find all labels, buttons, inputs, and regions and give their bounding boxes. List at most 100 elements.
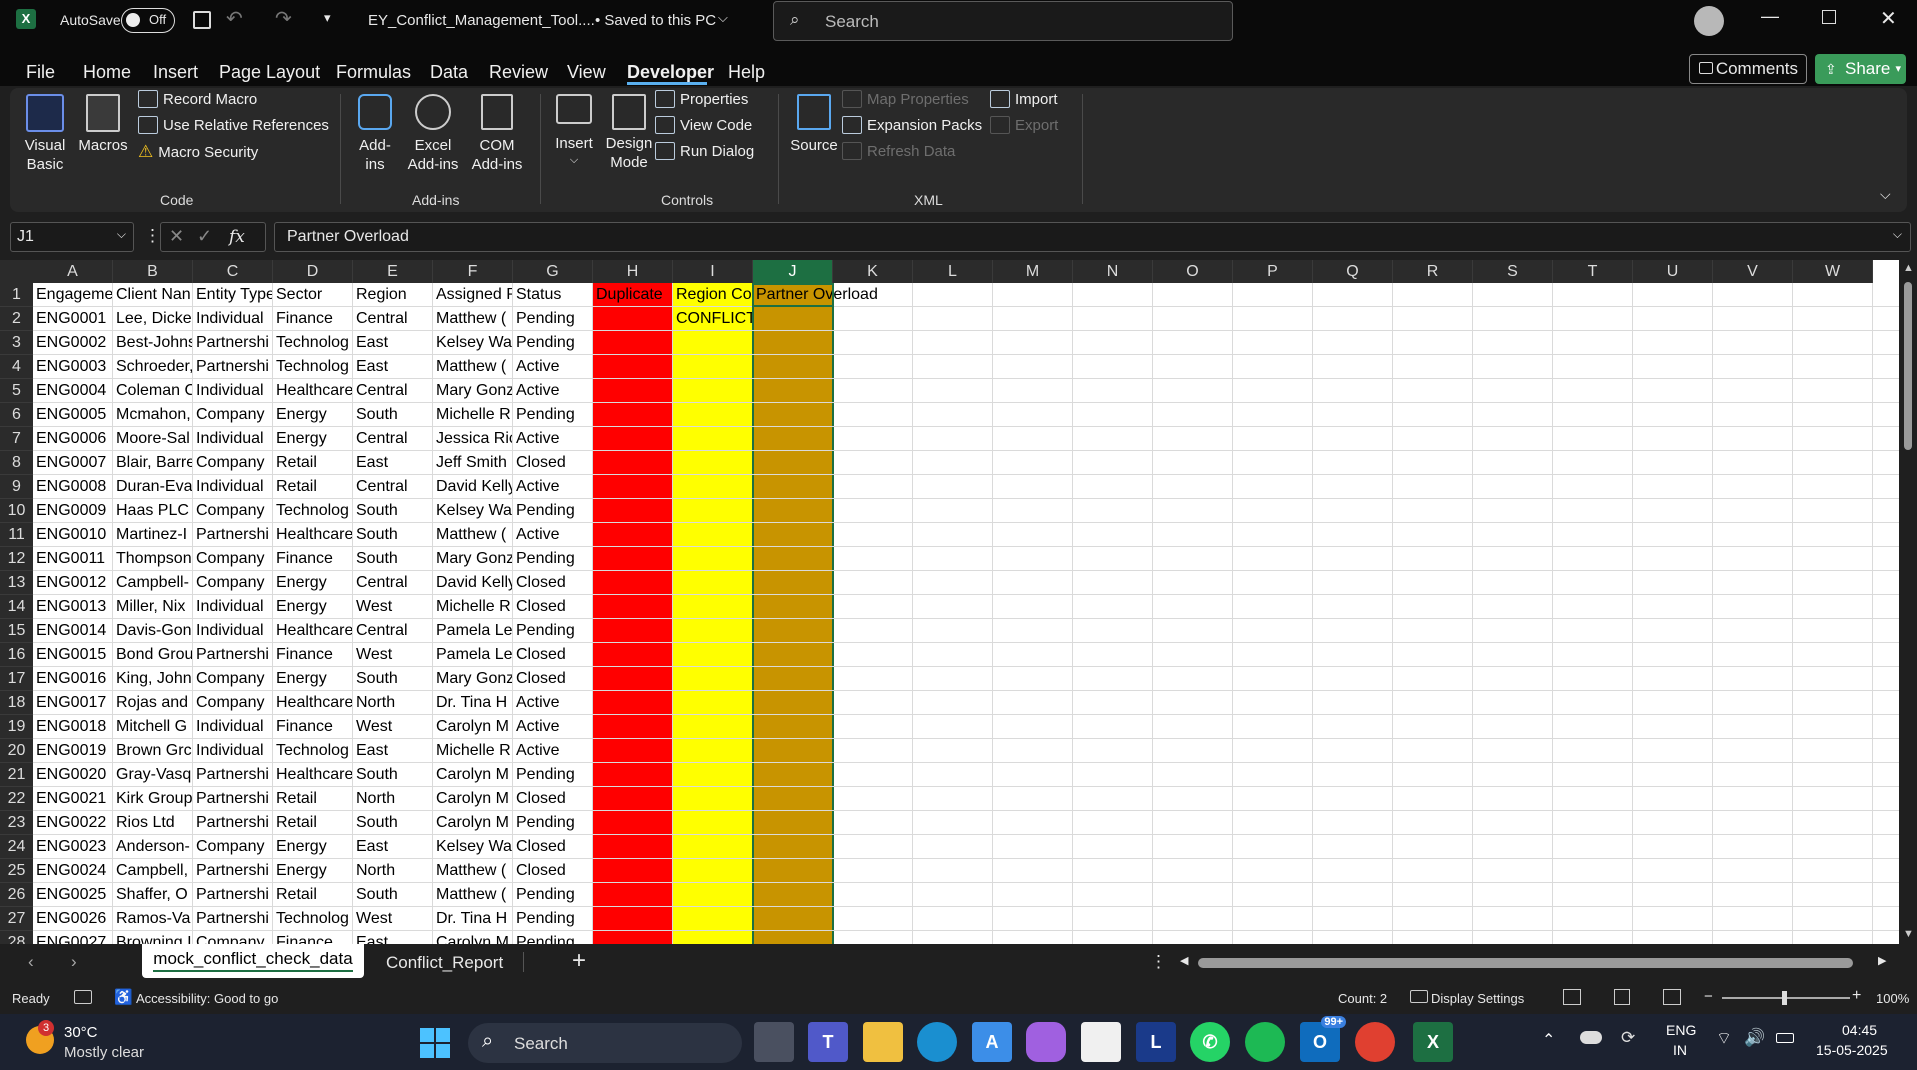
cell[interactable]: Matthew (	[433, 307, 512, 331]
column-header-a[interactable]: A	[33, 260, 113, 283]
cell[interactable]: ENG0001	[33, 307, 112, 331]
cell[interactable]: Closed	[513, 787, 592, 811]
cell[interactable]: Schroeder,	[113, 355, 192, 379]
cell[interactable]: David Kelly	[433, 475, 512, 499]
page-layout-view-icon[interactable]	[1614, 989, 1630, 1005]
macro-recording-icon[interactable]	[74, 990, 92, 1004]
cell[interactable]: Finance	[273, 643, 352, 667]
menu-help[interactable]: Help	[728, 42, 765, 86]
header-cell[interactable]: Client Nan	[113, 283, 192, 307]
column-header-l[interactable]: L	[913, 260, 993, 283]
cell[interactable]: Retail	[273, 475, 352, 499]
visual-basic-button[interactable]: Visual Basic	[20, 94, 70, 174]
cell[interactable]: Active	[513, 427, 592, 451]
cell[interactable]: ENG0010	[33, 523, 112, 547]
cell[interactable]: Kelsey Wa	[433, 499, 512, 523]
cell[interactable]: North	[353, 691, 432, 715]
cell[interactable]: ENG0014	[33, 619, 112, 643]
cell[interactable]: Duran-Eva	[113, 475, 192, 499]
row-header[interactable]: 6	[0, 403, 33, 427]
cell[interactable]: Michelle R	[433, 739, 512, 763]
cell[interactable]: ENG0018	[33, 715, 112, 739]
cell[interactable]: Pamela Le	[433, 619, 512, 643]
row-header[interactable]: 27	[0, 907, 33, 931]
cell[interactable]: Technolog	[273, 331, 352, 355]
wifi-icon[interactable]: ⌔	[1716, 1028, 1732, 1049]
cell[interactable]: Michelle R	[433, 595, 512, 619]
cell[interactable]: ENG0012	[33, 571, 112, 595]
whatsapp-icon[interactable]: ✆	[1190, 1022, 1230, 1062]
accessibility-icon[interactable]: ♿	[114, 988, 133, 1006]
display-settings-icon[interactable]	[1410, 990, 1428, 1003]
excel-addins-button[interactable]: Excel Add-ins	[404, 94, 462, 174]
outlook-icon[interactable]: O 99+	[1300, 1016, 1346, 1062]
cell[interactable]: ENG0005	[33, 403, 112, 427]
cell[interactable]: Davis-Gon	[113, 619, 192, 643]
cell[interactable]: Pending	[513, 763, 592, 787]
addins-button[interactable]: Add-ins	[353, 94, 397, 174]
cell[interactable]: Company	[193, 835, 272, 859]
cell[interactable]: Partnershi	[193, 331, 272, 355]
cell[interactable]: Individual	[193, 715, 272, 739]
cell[interactable]: Partnershi	[193, 859, 272, 883]
column-header-q[interactable]: Q	[1313, 260, 1393, 283]
cell[interactable]: Technolog	[273, 739, 352, 763]
cell[interactable]: Ramos-Va	[113, 907, 192, 931]
cell[interactable]: Kelsey Wa	[433, 331, 512, 355]
cell[interactable]: Individual	[193, 427, 272, 451]
normal-view-icon[interactable]	[1563, 989, 1581, 1005]
cell[interactable]: South	[353, 403, 432, 427]
scroll-right-icon[interactable]: ▶	[1878, 954, 1886, 967]
cell[interactable]: Kelsey Wa	[433, 835, 512, 859]
row-header[interactable]: 19	[0, 715, 33, 739]
cell[interactable]: ENG0024	[33, 859, 112, 883]
column-header-v[interactable]: V	[1713, 260, 1793, 283]
cell[interactable]: North	[353, 787, 432, 811]
cell[interactable]: Closed	[513, 571, 592, 595]
more-options-icon[interactable]: ⋮	[1150, 952, 1167, 972]
cell[interactable]: South	[353, 667, 432, 691]
column-header-h[interactable]: H	[593, 260, 673, 283]
cell[interactable]: Jessica Ric	[433, 427, 512, 451]
weather-widget[interactable]: 3 30°C Mostly clear	[20, 1020, 160, 1062]
menu-developer[interactable]: Developer	[627, 42, 714, 86]
more-options-icon[interactable]: ⋮	[144, 226, 161, 246]
view-code-button[interactable]: View Code	[655, 114, 752, 138]
cell[interactable]: Matthew (	[433, 859, 512, 883]
scroll-up-icon[interactable]: ▲	[1903, 262, 1914, 274]
cell[interactable]: Energy	[273, 427, 352, 451]
cell[interactable]: Shaffer, O	[113, 883, 192, 907]
cell[interactable]: East	[353, 331, 432, 355]
cell[interactable]: Healthcare	[273, 691, 352, 715]
avatar[interactable]	[1694, 6, 1724, 36]
cell[interactable]: Individual	[193, 475, 272, 499]
column-header-o[interactable]: O	[1153, 260, 1233, 283]
cell[interactable]: Energy	[273, 595, 352, 619]
cell[interactable]: Company	[193, 547, 272, 571]
cell[interactable]: Pending	[513, 403, 592, 427]
accessibility-status[interactable]: Accessibility: Good to go	[136, 991, 278, 1006]
cell[interactable]: Best-Johns	[113, 331, 192, 355]
copilot-icon[interactable]	[1026, 1022, 1066, 1062]
column-header-j[interactable]: J	[753, 260, 833, 283]
cell[interactable]: Lee, Dicke	[113, 307, 192, 331]
scroll-down-icon[interactable]: ▼	[1903, 928, 1914, 940]
column-header-k[interactable]: K	[833, 260, 913, 283]
row-header[interactable]: 10	[0, 499, 33, 523]
row-header[interactable]: 8	[0, 451, 33, 475]
sync-icon[interactable]: ⟳	[1621, 1028, 1635, 1048]
name-box[interactable]: J1 ⌵	[10, 222, 134, 252]
row-header[interactable]: 12	[0, 547, 33, 571]
cell[interactable]: Matthew (	[433, 883, 512, 907]
cell[interactable]: Central	[353, 475, 432, 499]
cell[interactable]: ENG0004	[33, 379, 112, 403]
prev-sheet-icon[interactable]: ‹	[28, 952, 34, 972]
task-view-icon[interactable]	[754, 1022, 794, 1062]
redo-icon[interactable]: ↷	[275, 6, 292, 31]
cell[interactable]: Technolog	[273, 907, 352, 931]
cell[interactable]: Finance	[273, 931, 352, 944]
cell[interactable]: South	[353, 523, 432, 547]
zoom-in-icon[interactable]: +	[1852, 987, 1861, 1005]
cell[interactable]: Active	[513, 355, 592, 379]
cell[interactable]: Individual	[193, 307, 272, 331]
